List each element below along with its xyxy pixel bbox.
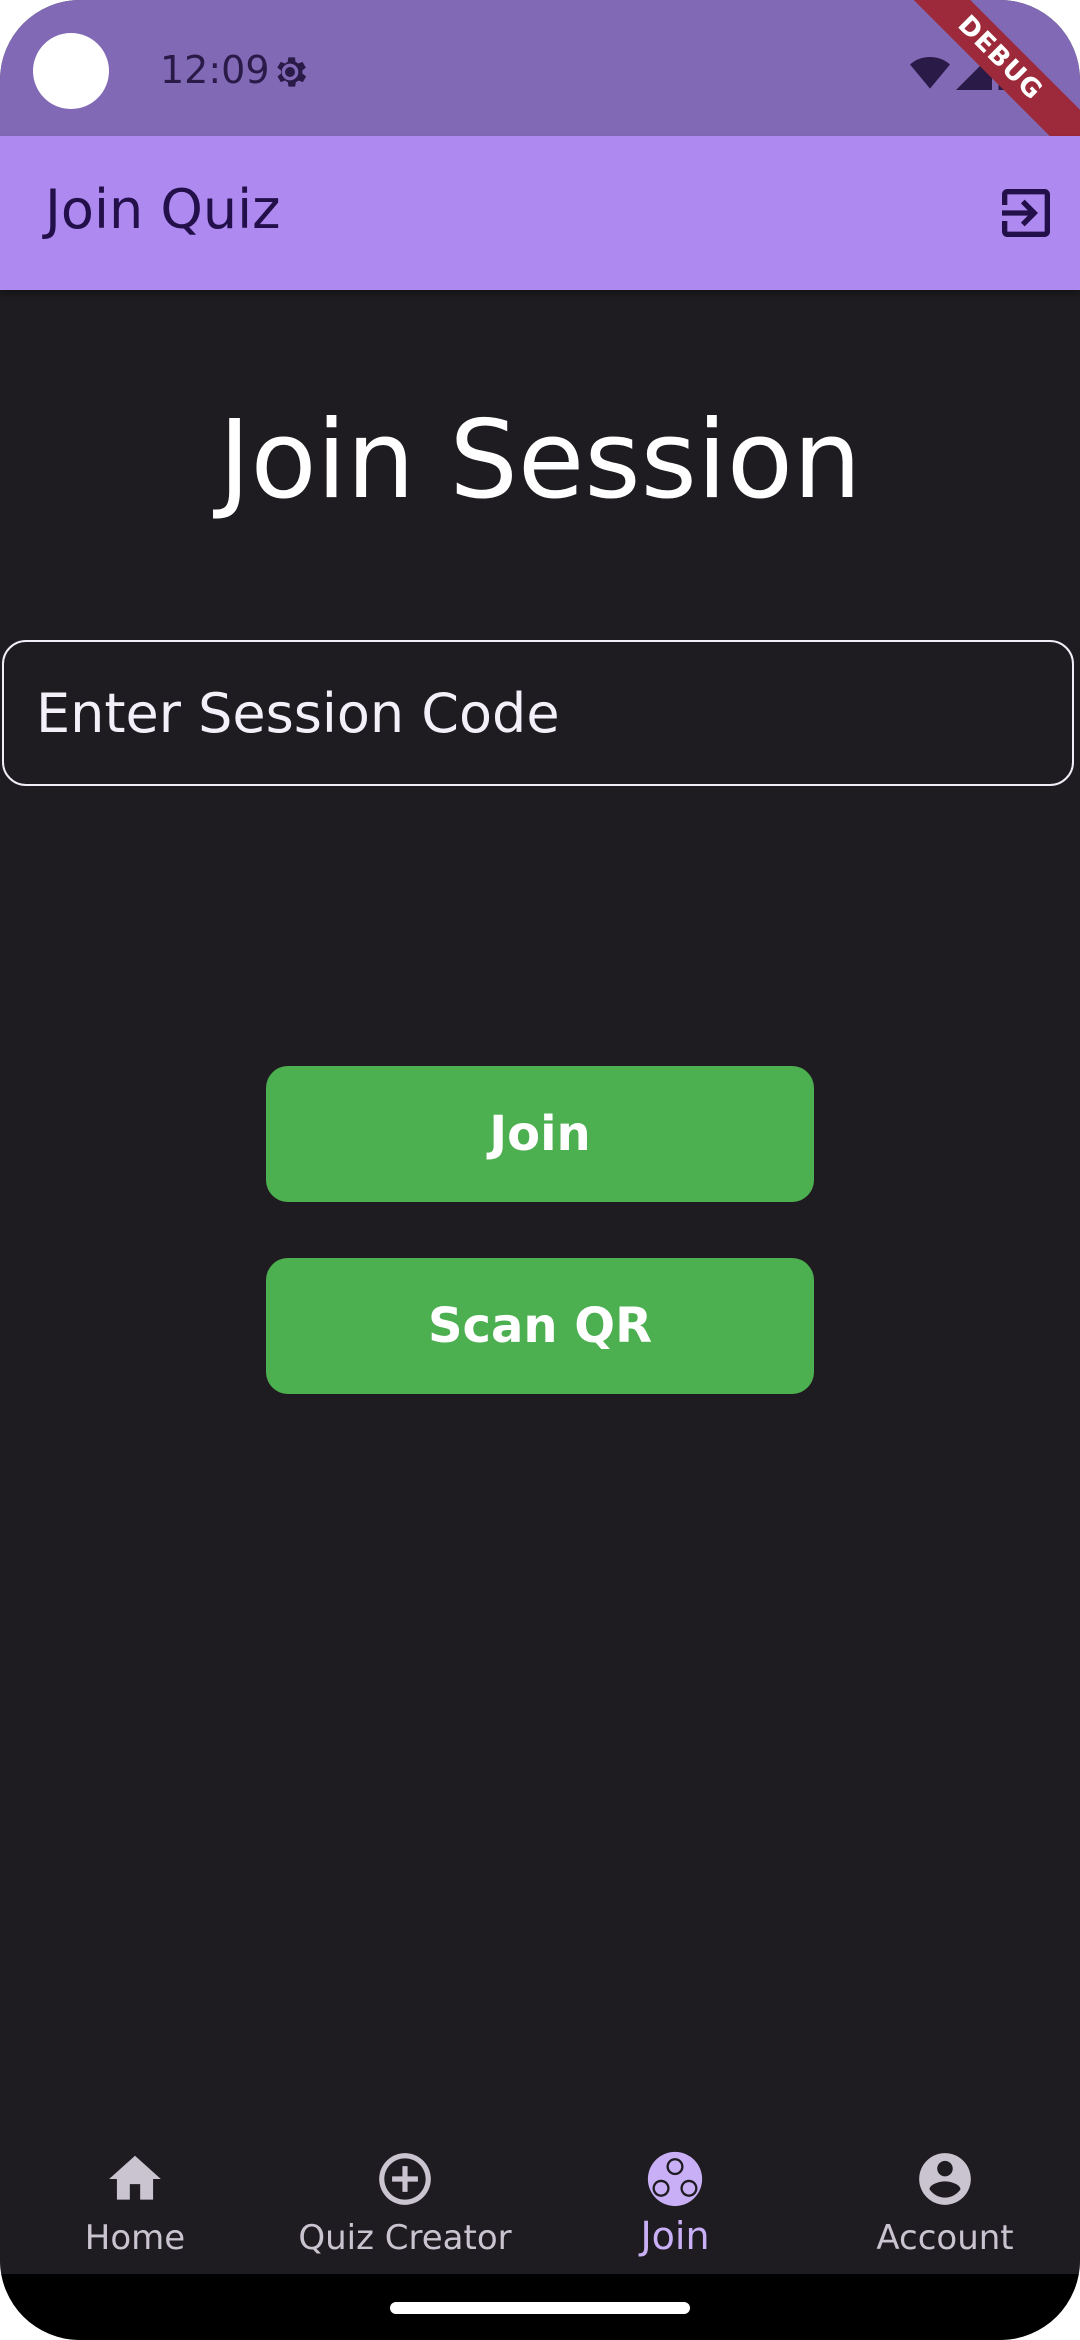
- phone-screen: 12:09 DEBUG Join Quiz Join Session Join …: [0, 0, 1080, 2340]
- nav-label-join: Join: [640, 2214, 710, 2258]
- wifi-icon: [910, 57, 950, 89]
- page-title: Join Quiz: [45, 178, 281, 241]
- status-bar: 12:09 DEBUG: [0, 0, 1080, 179]
- scan-qr-button[interactable]: Scan QR: [266, 1258, 814, 1394]
- bottom-navigation: Home Quiz Creator Join Account: [0, 2120, 1080, 2274]
- join-button[interactable]: Join: [266, 1066, 814, 1202]
- status-time: 12:09: [160, 48, 270, 92]
- nav-label-account: Account: [876, 2218, 1014, 2258]
- app-bar: Join Quiz: [0, 136, 1080, 290]
- gesture-navigation-bar: [0, 2274, 1080, 2340]
- join-session-heading: Join Session: [218, 398, 862, 523]
- nav-item-quiz-creator[interactable]: Quiz Creator: [270, 2120, 540, 2274]
- nav-item-join[interactable]: Join: [540, 2120, 810, 2274]
- nav-item-home[interactable]: Home: [0, 2120, 270, 2274]
- home-icon: [109, 2155, 161, 2200]
- add-circle-icon: [379, 2153, 431, 2205]
- settings-gear-icon: [277, 57, 307, 87]
- camera-cutout: [33, 33, 109, 109]
- account-icon: [919, 2153, 971, 2205]
- nav-label-quiz-creator: Quiz Creator: [298, 2218, 512, 2258]
- session-code-input[interactable]: [2, 640, 1074, 786]
- nav-item-account[interactable]: Account: [810, 2120, 1080, 2274]
- home-gesture-handle[interactable]: [390, 2302, 690, 2314]
- logout-icon[interactable]: [994, 181, 1058, 245]
- nav-label-home: Home: [84, 2218, 186, 2258]
- group-icon: [647, 2151, 703, 2207]
